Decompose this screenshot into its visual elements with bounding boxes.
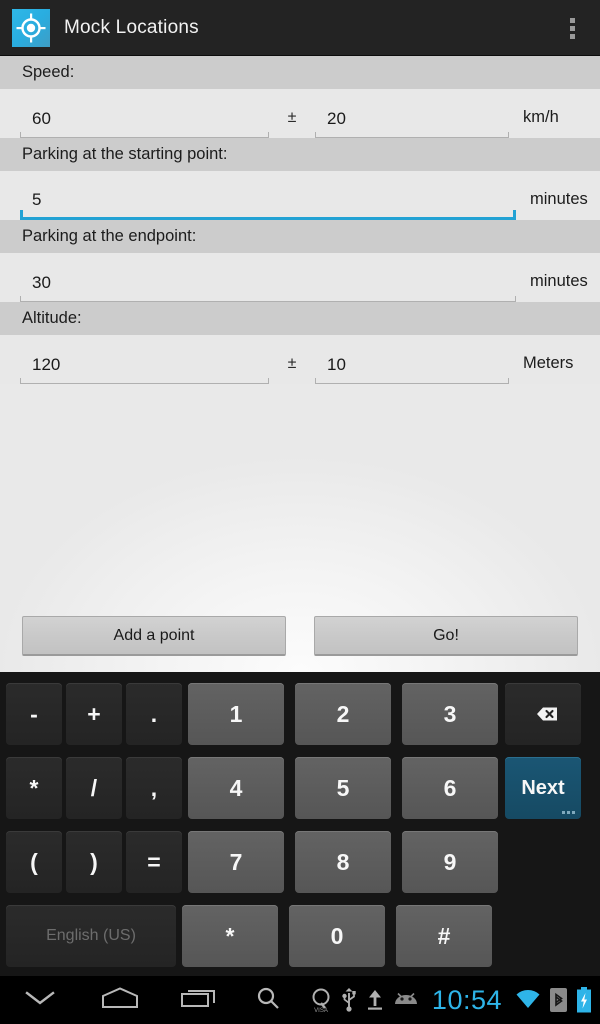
key-next-label: Next — [521, 776, 565, 799]
field-row-parking-end: 30 minutes — [0, 253, 600, 302]
key-next[interactable]: Next — [505, 757, 581, 819]
key-0[interactable]: 0 — [289, 905, 385, 967]
field-row-altitude: 120 ± 10 Meters — [0, 335, 600, 384]
visa-icon: VISA — [310, 987, 332, 1013]
app-title: Mock Locations — [64, 16, 199, 38]
key-paren-open[interactable]: ( — [6, 831, 62, 893]
nav-buttons — [0, 976, 296, 1024]
key-4[interactable]: 4 — [188, 757, 284, 819]
android-icon — [393, 991, 419, 1009]
action-bar: Mock Locations — [0, 0, 600, 56]
parking-start-input[interactable]: 5 — [20, 182, 516, 220]
keyboard-row: * / , 4 5 6 Next — [0, 751, 600, 825]
location-target-icon — [12, 8, 50, 47]
key-asterisk-bottom[interactable]: * — [182, 905, 278, 967]
altitude-plusminus-label: ± — [287, 354, 297, 372]
recent-apps-icon — [178, 986, 222, 1015]
android-screen: Mock Locations Speed: 60 ± 20 km/h Parki… — [0, 0, 600, 1024]
backspace-icon — [528, 704, 558, 724]
keyboard-row: English (US) * 0 # — [0, 899, 600, 973]
action-button-row: Add a point Go! — [0, 616, 600, 656]
key-filler — [499, 905, 575, 967]
parking-end-input[interactable]: 30 — [20, 264, 516, 302]
overflow-dot — [569, 33, 575, 39]
speed-unit-label: km/h — [523, 108, 559, 126]
key-period[interactable]: . — [126, 683, 182, 745]
key-3[interactable]: 3 — [402, 683, 498, 745]
search-button[interactable] — [240, 976, 296, 1024]
keyboard-row: ( ) = 7 8 9 — [0, 825, 600, 899]
field-row-speed: 60 ± 20 km/h — [0, 89, 600, 138]
bluetooth-icon — [550, 988, 567, 1012]
search-icon — [255, 985, 281, 1016]
key-slash[interactable]: / — [66, 757, 122, 819]
speed-tolerance-input[interactable]: 20 — [315, 100, 509, 138]
key-comma[interactable]: , — [126, 757, 182, 819]
key-9[interactable]: 9 — [402, 831, 498, 893]
keyboard-row: - + . 1 2 3 — [0, 677, 600, 751]
status-icons: VISA 10:54 — [310, 976, 592, 1024]
chevron-down-icon — [23, 989, 57, 1012]
overflow-dot — [569, 25, 575, 31]
go-button[interactable]: Go! — [314, 616, 578, 656]
section-header-altitude: Altitude: — [0, 302, 600, 335]
key-backspace[interactable] — [505, 683, 581, 745]
on-screen-keyboard: - + . 1 2 3 * / , 4 5 6 Next () = 7 8 9… — [0, 672, 600, 976]
key-asterisk[interactable]: * — [6, 757, 62, 819]
key-5[interactable]: 5 — [295, 757, 391, 819]
key-next-dots-icon — [562, 811, 575, 814]
usb-icon — [341, 987, 357, 1013]
key-plus[interactable]: + — [66, 683, 122, 745]
upload-icon — [366, 988, 384, 1012]
parking-end-unit-label: minutes — [530, 272, 588, 290]
key-1[interactable]: 1 — [188, 683, 284, 745]
altitude-value-input[interactable]: 120 — [20, 346, 269, 384]
home-icon — [99, 986, 141, 1015]
section-header-parking-end: Parking at the endpoint: — [0, 220, 600, 253]
key-filler — [505, 831, 581, 893]
key-minus[interactable]: - — [6, 683, 62, 745]
recent-apps-button[interactable] — [160, 976, 240, 1024]
form-content: Speed: 60 ± 20 km/h Parking at the start… — [0, 56, 600, 672]
parking-start-unit-label: minutes — [530, 190, 588, 208]
key-6[interactable]: 6 — [402, 757, 498, 819]
overflow-menu-button[interactable] — [544, 0, 600, 56]
key-paren-close[interactable]: ) — [66, 831, 122, 893]
svg-text:VISA: VISA — [314, 1008, 328, 1013]
speed-plusminus-label: ± — [287, 108, 297, 126]
key-8[interactable]: 8 — [295, 831, 391, 893]
speed-value-input[interactable]: 60 — [20, 100, 269, 138]
key-2[interactable]: 2 — [295, 683, 391, 745]
system-navigation-bar: VISA 10:54 — [0, 976, 600, 1024]
battery-charging-icon — [576, 987, 592, 1013]
wifi-icon — [515, 989, 541, 1011]
field-row-parking-start: 5 minutes — [0, 171, 600, 220]
key-language-space[interactable]: English (US) — [6, 905, 176, 967]
key-7[interactable]: 7 — [188, 831, 284, 893]
section-header-parking-start: Parking at the starting point: — [0, 138, 600, 171]
altitude-tolerance-input[interactable]: 10 — [315, 346, 509, 384]
key-hash[interactable]: # — [396, 905, 492, 967]
overflow-dot — [569, 17, 575, 23]
home-button[interactable] — [80, 976, 160, 1024]
status-clock: 10:54 — [431, 984, 502, 1015]
hide-keyboard-button[interactable] — [0, 976, 80, 1024]
key-equals[interactable]: = — [126, 831, 182, 893]
section-header-speed: Speed: — [0, 56, 600, 89]
add-point-button[interactable]: Add a point — [22, 616, 286, 656]
altitude-unit-label: Meters — [523, 354, 574, 372]
